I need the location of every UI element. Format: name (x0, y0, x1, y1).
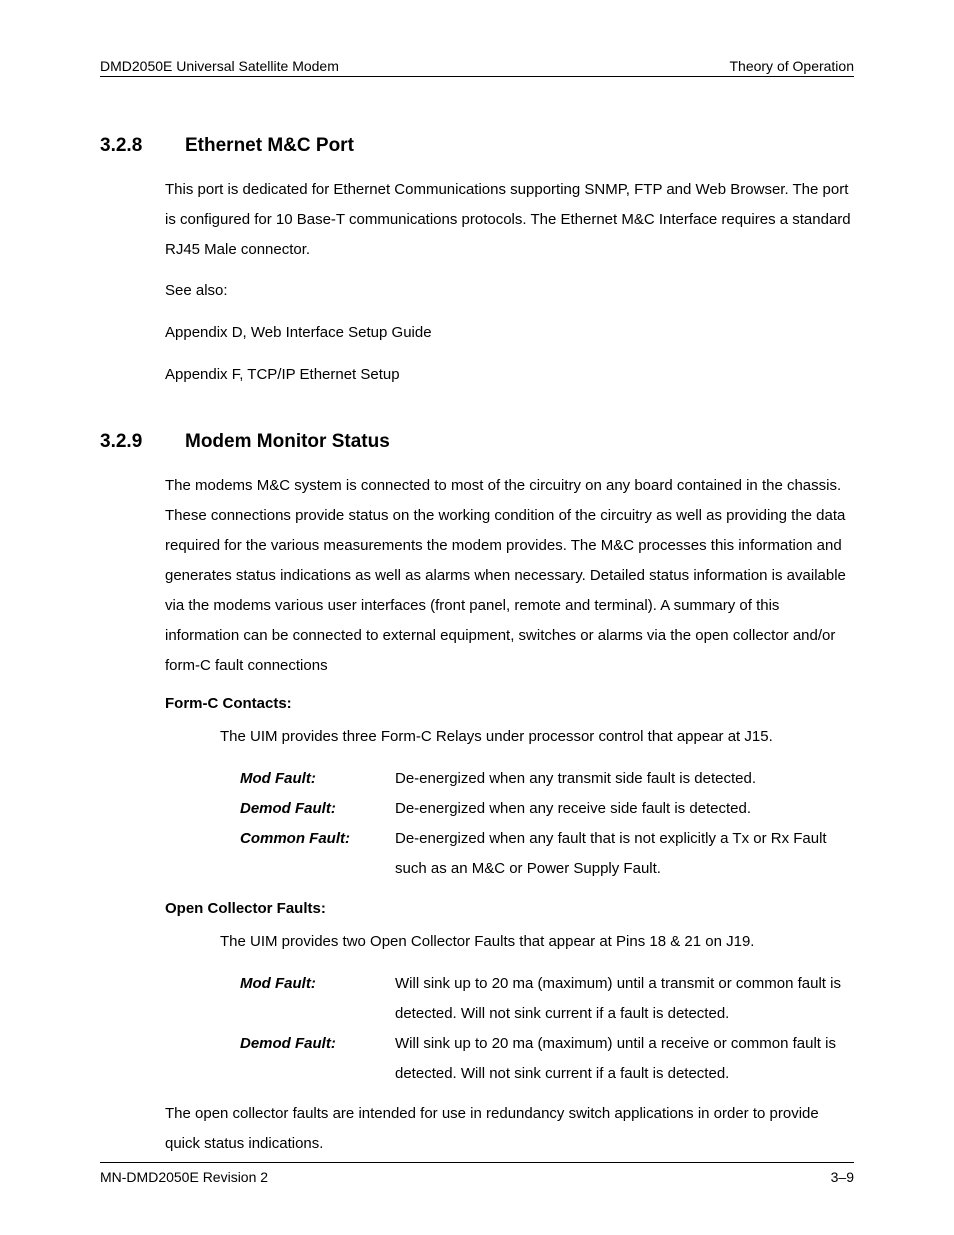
definition-term: Mod Fault: (240, 764, 395, 794)
definition-desc: Will sink up to 20 ma (maximum) until a … (395, 969, 854, 1029)
page-header: DMD2050E Universal Satellite Modem Theor… (100, 58, 854, 74)
see-also-item: Appendix F, TCP/IP Ethernet Setup (165, 363, 854, 387)
closing-paragraph: The open collector faults are intended f… (165, 1099, 854, 1159)
definition-row: Demod Fault: Will sink up to 20 ma (maxi… (240, 1029, 854, 1089)
section-heading-329: 3.2.9Modem Monitor Status (100, 431, 854, 453)
section-title: Ethernet M&C Port (185, 135, 354, 156)
definition-desc: De-energized when any receive side fault… (395, 794, 854, 824)
page: DMD2050E Universal Satellite Modem Theor… (0, 0, 954, 1235)
paragraph: The modems M&C system is connected to mo… (165, 471, 854, 681)
footer-left: MN-DMD2050E Revision 2 (100, 1169, 268, 1185)
definition-term: Demod Fault: (240, 794, 395, 824)
section-title: Modem Monitor Status (185, 431, 390, 452)
formc-contacts-heading: Form-C Contacts: (165, 695, 854, 712)
see-also-label: See also: (165, 279, 854, 303)
section-number: 3.2.9 (100, 431, 185, 453)
definition-term: Mod Fault: (240, 969, 395, 1029)
formc-intro: The UIM provides three Form-C Relays und… (220, 722, 854, 752)
open-collector-heading: Open Collector Faults: (165, 900, 854, 917)
header-left: DMD2050E Universal Satellite Modem (100, 58, 339, 74)
header-right: Theory of Operation (729, 58, 854, 74)
definition-row: Mod Fault: Will sink up to 20 ma (maximu… (240, 969, 854, 1029)
section-heading-328: 3.2.8Ethernet M&C Port (100, 135, 854, 157)
definition-term: Common Fault: (240, 824, 395, 884)
open-collector-intro: The UIM provides two Open Collector Faul… (220, 927, 854, 957)
definition-desc: Will sink up to 20 ma (maximum) until a … (395, 1029, 854, 1089)
definition-desc: De-energized when any fault that is not … (395, 824, 854, 884)
footer-right: 3–9 (831, 1169, 854, 1185)
page-footer: MN-DMD2050E Revision 2 3–9 (100, 1162, 854, 1185)
definition-term: Demod Fault: (240, 1029, 395, 1089)
see-also-item: Appendix D, Web Interface Setup Guide (165, 321, 854, 345)
page-content: 3.2.8Ethernet M&C Port This port is dedi… (100, 77, 854, 1159)
footer-rule (100, 1162, 854, 1163)
definition-desc: De-energized when any transmit side faul… (395, 764, 854, 794)
definition-row: Mod Fault: De-energized when any transmi… (240, 764, 854, 794)
definition-row: Common Fault: De-energized when any faul… (240, 824, 854, 884)
definition-row: Demod Fault: De-energized when any recei… (240, 794, 854, 824)
section-number: 3.2.8 (100, 135, 185, 157)
paragraph: This port is dedicated for Ethernet Comm… (165, 175, 854, 265)
